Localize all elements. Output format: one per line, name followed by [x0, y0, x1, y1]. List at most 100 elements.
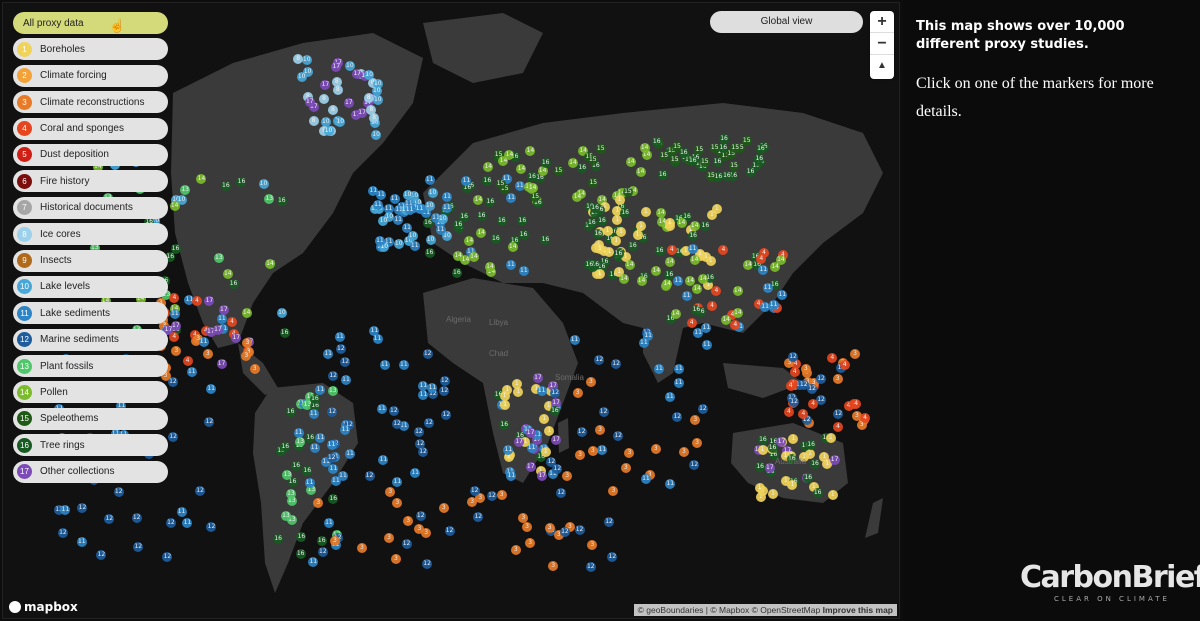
proxy-marker[interactable]: 11 — [315, 385, 326, 396]
proxy-marker[interactable]: 14 — [676, 218, 687, 229]
proxy-marker[interactable]: 3 — [522, 521, 533, 532]
proxy-marker[interactable]: 16 — [482, 175, 493, 186]
proxy-marker[interactable]: 3 — [548, 561, 559, 572]
proxy-marker[interactable]: 3 — [392, 497, 403, 508]
proxy-marker[interactable]: 4 — [808, 399, 819, 410]
proxy-marker[interactable]: 11 — [323, 518, 334, 529]
proxy-marker[interactable]: 14 — [264, 258, 275, 269]
proxy-marker[interactable]: 16 — [518, 230, 529, 241]
proxy-marker[interactable]: 16 — [490, 234, 501, 245]
proxy-marker[interactable]: 16 — [719, 134, 730, 145]
proxy-marker[interactable]: 14 — [639, 143, 650, 154]
proxy-marker[interactable]: 10 — [323, 126, 334, 137]
proxy-marker[interactable]: 16 — [424, 247, 435, 258]
proxy-marker[interactable]: 11 — [701, 339, 712, 350]
proxy-marker[interactable]: 3 — [587, 445, 598, 456]
proxy-marker[interactable]: 11 — [374, 235, 385, 246]
legend-item[interactable]: 17 Other collections — [13, 460, 168, 483]
proxy-marker[interactable]: 16 — [678, 147, 689, 158]
proxy-marker[interactable]: 10 — [424, 201, 435, 212]
proxy-marker[interactable]: 12 — [613, 431, 624, 442]
proxy-marker[interactable]: 14 — [476, 227, 487, 238]
zoom-in-button[interactable]: + — [870, 11, 894, 33]
proxy-marker[interactable]: 16 — [496, 216, 507, 227]
proxy-marker[interactable]: 12 — [441, 409, 452, 420]
proxy-marker[interactable]: 13 — [180, 184, 191, 195]
proxy-marker[interactable]: 12 — [401, 539, 412, 549]
proxy-marker[interactable]: 13 — [285, 488, 296, 499]
proxy-marker[interactable]: 12 — [131, 513, 142, 524]
proxy-marker[interactable]: 11 — [182, 518, 193, 529]
proxy-marker[interactable]: 12 — [585, 562, 596, 573]
proxy-marker[interactable]: 11 — [435, 225, 446, 236]
proxy-marker[interactable]: 10 — [276, 307, 287, 318]
proxy-marker[interactable]: 11 — [340, 375, 351, 386]
proxy-marker[interactable]: 12 — [418, 447, 429, 458]
proxy-marker[interactable]: 8 — [308, 115, 319, 126]
proxy-marker[interactable]: 12 — [167, 376, 178, 387]
legend-item[interactable]: 12 Marine sediments — [13, 328, 168, 351]
proxy-marker[interactable]: 16 — [651, 136, 662, 147]
proxy-marker[interactable]: 11 — [60, 505, 71, 516]
proxy-marker[interactable]: 8 — [363, 92, 374, 103]
proxy-marker[interactable]: 16 — [627, 241, 638, 252]
proxy-marker[interactable]: 3 — [608, 485, 619, 496]
proxy-marker[interactable]: 1 — [513, 387, 524, 398]
proxy-marker[interactable]: 14 — [241, 307, 252, 318]
proxy-marker[interactable]: 11 — [654, 364, 665, 375]
proxy-marker[interactable]: 3 — [403, 516, 414, 527]
legend-item[interactable]: 16 Tree rings — [13, 434, 168, 457]
legend-item[interactable]: 9 Insects — [13, 249, 168, 272]
proxy-marker[interactable]: 3 — [510, 545, 521, 556]
proxy-marker[interactable]: 11 — [768, 300, 779, 311]
proxy-marker[interactable]: 16 — [273, 534, 284, 545]
proxy-marker[interactable]: 17 — [320, 80, 331, 91]
proxy-marker[interactable]: 14 — [625, 156, 636, 167]
proxy-marker[interactable]: 11 — [681, 290, 692, 301]
proxy-marker[interactable]: 14 — [464, 236, 475, 247]
proxy-marker[interactable]: 11 — [424, 175, 435, 186]
proxy-marker[interactable]: 3 — [171, 345, 182, 356]
proxy-marker[interactable]: 4 — [839, 360, 850, 371]
proxy-marker[interactable]: 11 — [410, 468, 421, 479]
proxy-marker[interactable]: 1 — [544, 425, 555, 436]
proxy-marker[interactable]: 13 — [280, 510, 291, 521]
proxy-marker[interactable]: 16 — [755, 461, 766, 472]
proxy-marker[interactable]: 16 — [757, 434, 768, 445]
proxy-marker[interactable]: 14 — [721, 314, 732, 325]
proxy-marker[interactable]: 12 — [574, 524, 585, 535]
proxy-marker[interactable]: 16 — [499, 419, 510, 430]
proxy-marker[interactable]: 12 — [335, 343, 346, 354]
proxy-marker[interactable]: 11 — [206, 383, 217, 394]
proxy-marker[interactable]: 1 — [825, 433, 836, 444]
proxy-marker[interactable]: 16 — [316, 536, 327, 547]
proxy-marker[interactable]: 12 — [165, 517, 176, 528]
proxy-marker[interactable]: 3 — [202, 349, 213, 360]
proxy-marker[interactable]: 10 — [407, 231, 418, 242]
proxy-marker[interactable]: 1 — [768, 488, 779, 499]
proxy-marker[interactable]: 11 — [334, 332, 345, 343]
proxy-marker[interactable]: 11 — [345, 448, 356, 459]
proxy-marker[interactable]: 14 — [770, 262, 781, 273]
proxy-marker[interactable]: 16 — [295, 549, 306, 560]
proxy-marker[interactable]: 14 — [618, 273, 629, 284]
proxy-marker[interactable]: 14 — [662, 279, 673, 290]
proxy-marker[interactable]: 11 — [330, 476, 341, 487]
proxy-marker[interactable]: 10 — [402, 189, 413, 200]
proxy-marker[interactable]: 16 — [236, 176, 247, 187]
proxy-marker[interactable]: 11 — [216, 314, 227, 325]
proxy-marker[interactable]: 10 — [378, 215, 389, 226]
proxy-marker[interactable]: 3 — [241, 350, 252, 361]
proxy-marker[interactable]: 4 — [851, 399, 862, 410]
proxy-marker[interactable]: 1 — [614, 194, 625, 205]
proxy-marker[interactable]: 1 — [611, 235, 622, 246]
proxy-marker[interactable]: 13 — [213, 252, 224, 263]
proxy-marker[interactable]: 13 — [295, 436, 306, 447]
proxy-marker[interactable]: 11 — [701, 323, 712, 334]
proxy-marker[interactable]: 14 — [732, 285, 743, 296]
proxy-marker[interactable]: 11 — [758, 264, 769, 275]
proxy-marker[interactable]: 11 — [393, 214, 404, 225]
proxy-marker[interactable]: 11 — [372, 334, 383, 345]
proxy-marker[interactable]: 4 — [789, 366, 800, 377]
proxy-marker[interactable]: 11 — [398, 360, 409, 371]
